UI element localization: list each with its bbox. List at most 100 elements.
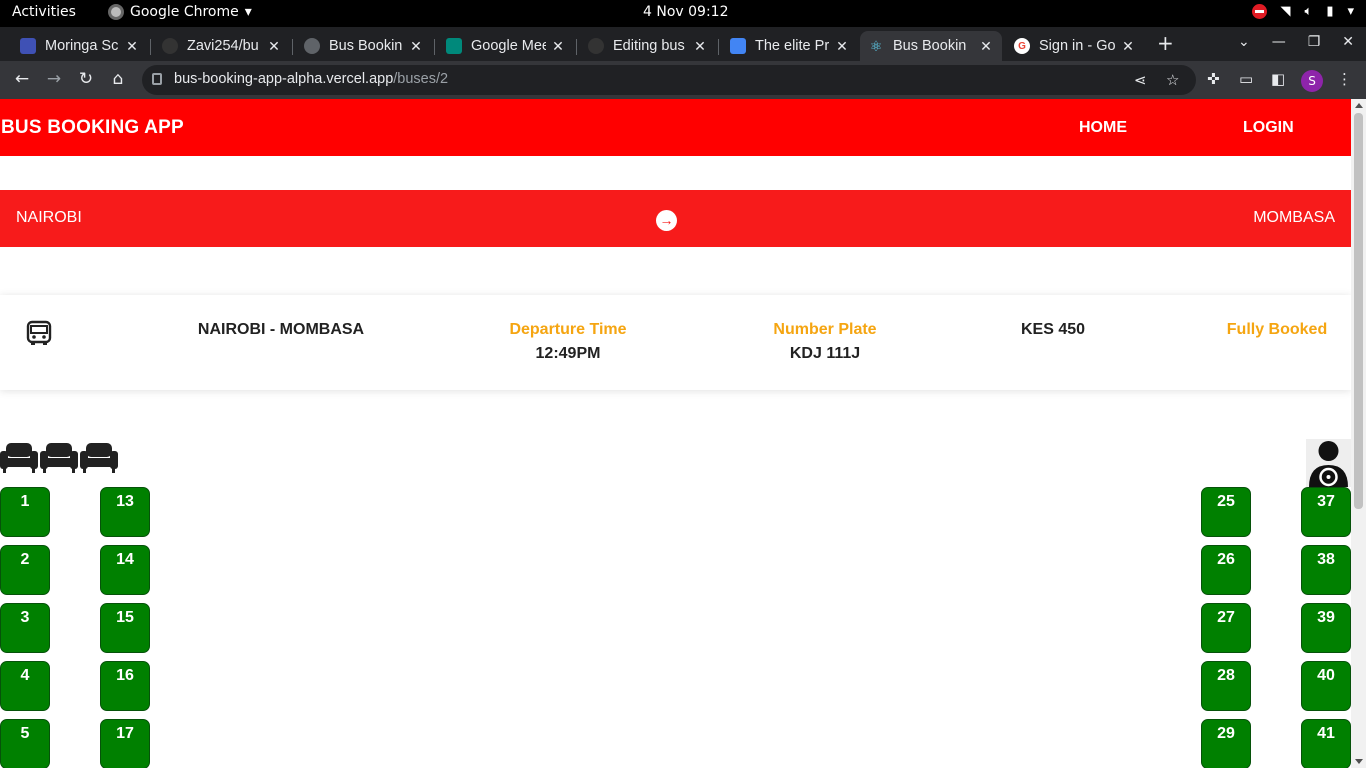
tab-separator <box>718 39 719 55</box>
number-plate-label: Number Plate <box>773 321 877 338</box>
browser-tab[interactable]: The elite Pr ✕ <box>722 31 858 61</box>
close-icon[interactable]: ✕ <box>1120 38 1136 55</box>
tab-separator <box>576 39 577 55</box>
number-plate-block: Number Plate KDJ 111J <box>735 321 915 363</box>
side-panel-icon[interactable]: ◧ <box>1271 70 1285 88</box>
minimize-icon[interactable]: — <box>1272 34 1286 50</box>
reload-icon[interactable]: ↻ <box>75 69 97 89</box>
departure-time-block: Departure Time 12:49PM <box>478 321 658 363</box>
seat-button[interactable]: 14 <box>100 545 150 595</box>
bus-route-text: NAIROBI - MOMBASA <box>197 321 365 338</box>
react-icon: ⚛ <box>869 37 883 54</box>
browser-tab[interactable]: Moringa Sc ✕ <box>12 31 148 61</box>
bus-info-card: NAIROBI - MOMBASA Departure Time 12:49PM… <box>0 295 1351 390</box>
lock-icon[interactable] <box>152 73 162 85</box>
number-plate: KDJ 111J <box>789 345 861 362</box>
browser-tab[interactable]: Zavi254/bu ✕ <box>154 31 290 61</box>
caret-down-icon: ▾ <box>1347 4 1354 19</box>
close-icon[interactable]: ✕ <box>978 38 994 55</box>
tab-separator <box>150 39 151 55</box>
browser-toolbar: ← → ↻ ⌂ bus-booking-app-alpha.vercel.app… <box>0 61 1366 99</box>
seat-button[interactable]: 26 <box>1201 545 1251 595</box>
seat-button[interactable]: 1 <box>0 487 50 537</box>
seat-button[interactable]: 25 <box>1201 487 1251 537</box>
page-viewport: BUS BOOKING APP HOME LOGIN NAIROBI → MOM… <box>0 99 1351 768</box>
google-icon: G <box>1014 38 1030 54</box>
cast-icon[interactable]: ▭ <box>1239 70 1253 88</box>
seat-button[interactable]: 17 <box>100 719 150 768</box>
seat-button[interactable]: 28 <box>1201 661 1251 711</box>
page-scrollbar[interactable] <box>1351 99 1366 768</box>
seat-button[interactable]: 4 <box>0 661 50 711</box>
close-icon[interactable]: ✕ <box>550 38 566 55</box>
seat-button[interactable]: 29 <box>1201 719 1251 768</box>
seat-legend <box>0 441 118 473</box>
browser-tab[interactable]: Google Mee ✕ <box>438 31 574 61</box>
seat-button[interactable]: 38 <box>1301 545 1351 595</box>
seat-button[interactable]: 5 <box>0 719 50 768</box>
profile-avatar[interactable]: S <box>1301 70 1323 92</box>
clock[interactable]: 4 Nov 09:12 <box>643 4 728 20</box>
close-icon[interactable]: ✕ <box>408 38 424 55</box>
seat-button[interactable]: 41 <box>1301 719 1351 768</box>
tab-title: Moringa Sc <box>45 38 119 54</box>
seat-button[interactable]: 27 <box>1201 603 1251 653</box>
browser-tab[interactable]: Editing bus ✕ <box>580 31 716 61</box>
browser-tab[interactable]: G Sign in - Go ✕ <box>1006 31 1144 61</box>
maximize-icon[interactable]: ❐ <box>1308 34 1321 50</box>
tab-title: The elite Pr <box>755 38 830 54</box>
window-controls: ⌄ — ❐ ✕ <box>1238 34 1354 50</box>
back-icon[interactable]: ← <box>11 69 33 89</box>
booking-status-block: Fully Booked <box>1212 321 1342 339</box>
github-icon <box>162 38 178 54</box>
share-icon[interactable]: ⋖ <box>1134 71 1147 89</box>
tab-title: Bus Bookin <box>893 38 967 54</box>
address-bar[interactable]: bus-booking-app-alpha.vercel.app/buses/2… <box>142 65 1196 95</box>
seat-button[interactable]: 13 <box>100 487 150 537</box>
seat-button[interactable]: 37 <box>1301 487 1351 537</box>
seat-button[interactable]: 16 <box>100 661 150 711</box>
tab-title: Sign in - Go <box>1039 38 1116 54</box>
seat-button[interactable]: 2 <box>0 545 50 595</box>
browser-tab-active[interactable]: ⚛ Bus Bookin ✕ <box>860 31 1002 61</box>
driver-icon <box>1309 441 1348 487</box>
close-window-icon[interactable]: ✕ <box>1342 34 1354 50</box>
extensions-icon[interactable]: ✜ <box>1207 70 1220 88</box>
close-icon[interactable]: ✕ <box>124 38 140 55</box>
nav-home-link[interactable]: HOME <box>1079 119 1127 137</box>
github-icon <box>588 38 604 54</box>
booking-status: Fully Booked <box>1226 321 1328 338</box>
new-tab-button[interactable]: + <box>1157 31 1174 55</box>
close-icon[interactable]: ✕ <box>266 38 282 55</box>
seat-button[interactable]: 39 <box>1301 603 1351 653</box>
route-destination: MOMBASA <box>1253 209 1335 226</box>
fare-price: KES 450 <box>1020 321 1086 338</box>
docs-icon <box>730 38 746 54</box>
nav-login-link[interactable]: LOGIN <box>1243 119 1294 137</box>
seat-button[interactable]: 15 <box>100 603 150 653</box>
scroll-down-arrow[interactable] <box>1355 759 1363 764</box>
home-icon[interactable]: ⌂ <box>107 69 129 89</box>
seat-button[interactable]: 3 <box>0 603 50 653</box>
scroll-up-arrow[interactable] <box>1355 103 1363 108</box>
seat-button[interactable]: 40 <box>1301 661 1351 711</box>
url-text[interactable]: bus-booking-app-alpha.vercel.app/buses/2 <box>174 71 448 87</box>
activities-button[interactable]: Activities <box>12 4 76 20</box>
sofa-icon <box>40 443 78 473</box>
tab-title: Google Mee <box>471 38 546 54</box>
browser-tab[interactable]: Bus Bookin ✕ <box>296 31 432 61</box>
bookmark-star-icon[interactable]: ☆ <box>1166 71 1179 89</box>
caret-down-icon: ▾ <box>244 4 252 20</box>
sofa-icon <box>0 443 38 473</box>
scrollbar-thumb[interactable] <box>1354 113 1363 509</box>
app-brand[interactable]: BUS BOOKING APP <box>1 117 184 139</box>
system-tray[interactable]: ◥ 🔈︎ ▮ ▾ <box>1251 4 1354 19</box>
forward-icon[interactable]: → <box>43 69 65 89</box>
tab-search-icon[interactable]: ⌄ <box>1238 34 1250 50</box>
close-icon[interactable]: ✕ <box>834 38 850 55</box>
menu-kebab-icon[interactable]: ⋮ <box>1337 70 1352 88</box>
close-icon[interactable]: ✕ <box>692 38 708 55</box>
moringa-icon <box>20 38 36 54</box>
volume-icon: 🔈︎ <box>1304 4 1313 19</box>
app-menu[interactable]: Google Chrome ▾ <box>108 4 252 20</box>
